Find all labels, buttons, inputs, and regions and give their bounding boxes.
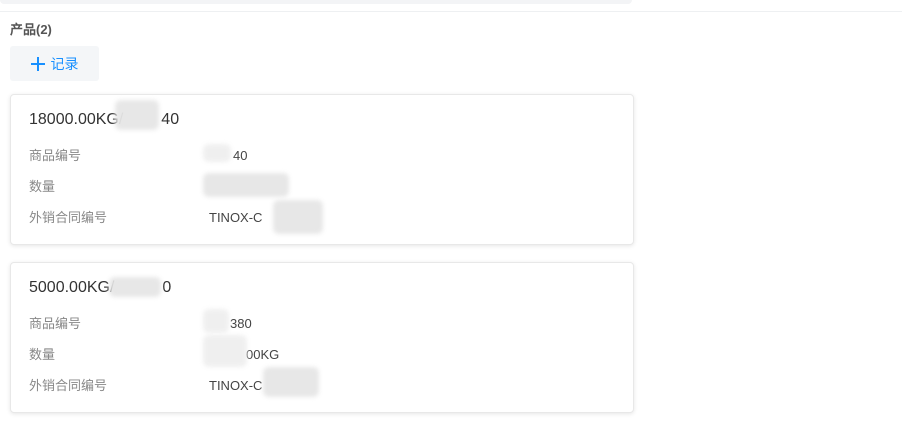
field-value-product-code: 40 bbox=[233, 148, 248, 163]
field-value-contract-no: TINOX-C bbox=[209, 378, 263, 393]
plus-icon bbox=[30, 56, 45, 71]
field-value-quantity: 00KG bbox=[246, 347, 280, 362]
redaction-mosaic bbox=[115, 100, 159, 130]
redaction-mosaic bbox=[263, 367, 319, 397]
product-title-text: 5000.00KG/ bbox=[29, 279, 115, 296]
redaction-mosaic bbox=[203, 309, 229, 333]
page: 产品(2) 记录 18000.00KG/40 商品编号 40 数量 外销合同编号… bbox=[0, 0, 902, 447]
section-divider bbox=[0, 11, 902, 12]
field-label-product-code: 商品编号 bbox=[29, 148, 82, 163]
product-title-tail: 40 bbox=[161, 111, 180, 128]
field-label-contract-no: 外销合同编号 bbox=[29, 378, 108, 393]
field-value-contract-no: TINOX-C bbox=[209, 210, 263, 225]
product-card[interactable]: 18000.00KG/40 商品编号 40 数量 外销合同编号 TINOX-C bbox=[10, 94, 634, 245]
product-card[interactable]: 5000.00KG/0 商品编号 380 数量 00KG 外销合同编号 TINO… bbox=[10, 262, 634, 413]
redaction-mosaic bbox=[203, 144, 231, 162]
redaction-mosaic bbox=[109, 277, 161, 297]
field-label-product-code: 商品编号 bbox=[29, 316, 82, 331]
redaction-mosaic bbox=[273, 200, 323, 234]
field-value-product-code: 380 bbox=[230, 316, 252, 331]
field-label-contract-no: 外销合同编号 bbox=[29, 210, 108, 225]
add-record-label: 记录 bbox=[50, 55, 79, 72]
redaction-mosaic bbox=[203, 335, 247, 367]
product-title-text: 18000.00KG/ bbox=[29, 111, 124, 128]
redaction-mosaic bbox=[203, 173, 289, 197]
field-label-quantity: 数量 bbox=[29, 347, 56, 362]
field-label-quantity: 数量 bbox=[29, 179, 56, 194]
add-record-button[interactable]: 记录 bbox=[10, 46, 99, 81]
top-remnant-panel bbox=[0, 0, 632, 4]
products-section-title: 产品(2) bbox=[10, 22, 52, 37]
product-title-tail: 0 bbox=[162, 279, 172, 296]
